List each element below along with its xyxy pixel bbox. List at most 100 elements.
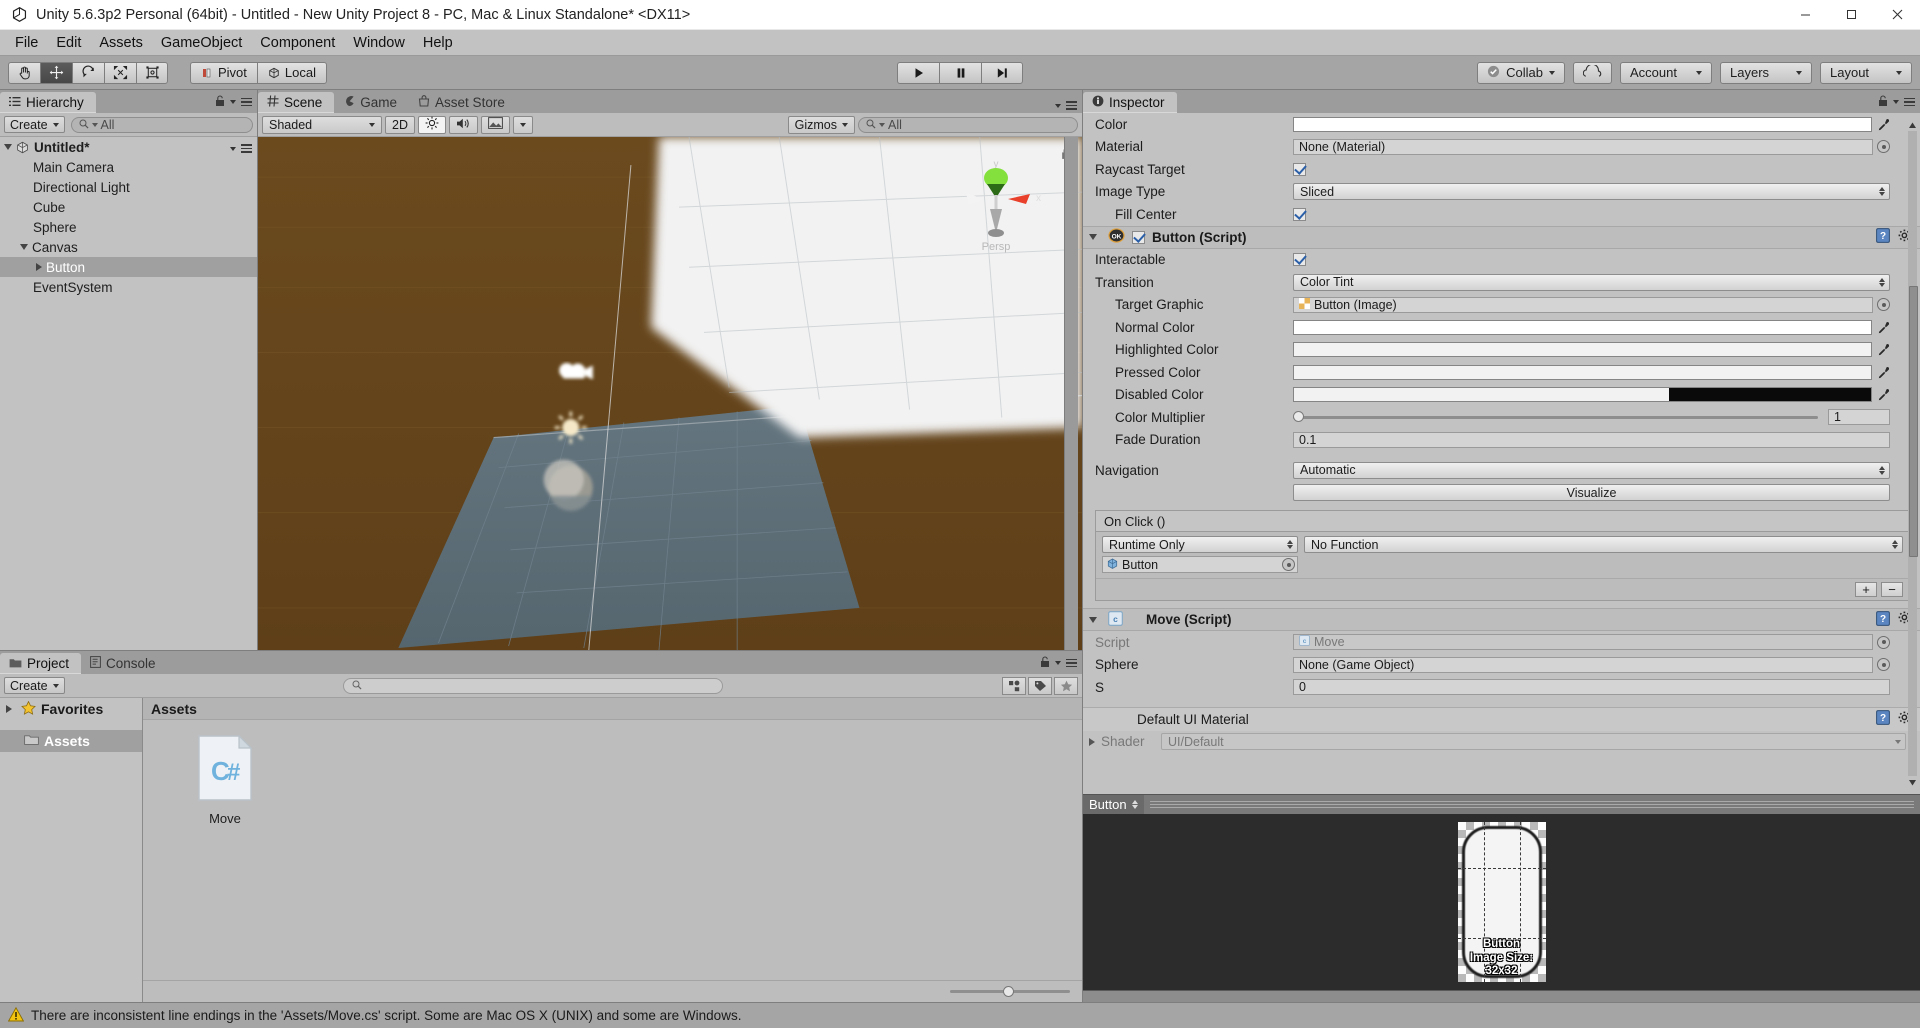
hierarchy-item-button[interactable]: Button bbox=[0, 257, 257, 277]
asset-zoom-slider[interactable] bbox=[950, 986, 1070, 997]
scene-axis-gizmo[interactable]: y x Persp bbox=[944, 151, 1048, 255]
play-button[interactable] bbox=[897, 61, 939, 84]
chevron-down-icon[interactable] bbox=[1055, 103, 1061, 108]
minimize-button[interactable] bbox=[1782, 0, 1828, 30]
project-tree-favorites[interactable]: Favorites bbox=[0, 698, 142, 720]
color-multiplier-value[interactable]: 1 bbox=[1828, 409, 1890, 426]
menu-window[interactable]: Window bbox=[344, 33, 414, 53]
audio-toggle-button[interactable] bbox=[448, 115, 478, 134]
material-component-header[interactable]: Default UI Material ? bbox=[1083, 706, 1920, 731]
shader-dropdown[interactable]: UI/Default bbox=[1161, 733, 1906, 751]
step-button[interactable] bbox=[981, 61, 1023, 84]
chevron-down-icon[interactable] bbox=[1089, 234, 1097, 240]
tab-hierarchy[interactable]: Hierarchy bbox=[0, 92, 96, 113]
material-object-field[interactable]: None (Material) bbox=[1293, 138, 1873, 155]
pause-button[interactable] bbox=[939, 61, 981, 84]
eyedropper-icon[interactable] bbox=[1876, 365, 1890, 380]
maximize-button[interactable] bbox=[1828, 0, 1874, 30]
inspector-scrollbar[interactable] bbox=[1907, 117, 1918, 790]
button-component-header[interactable]: OK Button (Script) ? bbox=[1083, 225, 1920, 249]
hierarchy-item-cube[interactable]: Cube bbox=[0, 197, 257, 217]
close-button[interactable] bbox=[1874, 0, 1920, 30]
layout-button[interactable]: Layout bbox=[1820, 61, 1912, 84]
chevron-down-icon[interactable] bbox=[230, 100, 236, 104]
chevron-right-icon[interactable] bbox=[1089, 737, 1095, 746]
project-search-input[interactable] bbox=[343, 677, 724, 694]
move-tool-button[interactable] bbox=[40, 61, 72, 84]
chevron-down-icon[interactable] bbox=[1089, 616, 1097, 623]
menu-file[interactable]: File bbox=[6, 33, 47, 53]
color-multiplier-slider[interactable] bbox=[1293, 411, 1818, 423]
hierarchy-item-directional-light[interactable]: Directional Light bbox=[0, 177, 257, 197]
chevron-down-icon[interactable] bbox=[20, 244, 28, 250]
hierarchy-scene-root[interactable]: Untitled* bbox=[0, 137, 257, 157]
hierarchy-item-main-camera[interactable]: Main Camera bbox=[0, 157, 257, 177]
account-button[interactable]: Account bbox=[1620, 61, 1712, 84]
project-create-button[interactable]: Create bbox=[4, 677, 65, 694]
onclick-add-button[interactable]: + bbox=[1855, 582, 1877, 597]
scene-panel-menu-icon[interactable] bbox=[1066, 101, 1077, 110]
chevron-down-icon[interactable] bbox=[4, 144, 12, 150]
pressed-color-swatch[interactable] bbox=[1293, 364, 1872, 380]
hierarchy-menu-icon[interactable] bbox=[241, 97, 252, 107]
chevron-down-icon[interactable] bbox=[1055, 661, 1061, 665]
chevron-down-icon[interactable] bbox=[230, 146, 236, 151]
tab-inspector[interactable]: Inspector bbox=[1083, 92, 1177, 113]
highlighted-color-swatch[interactable] bbox=[1293, 342, 1872, 358]
favorite-star-icon[interactable] bbox=[1054, 676, 1078, 695]
project-menu-icon[interactable] bbox=[1066, 658, 1077, 668]
layers-button[interactable]: Layers bbox=[1720, 61, 1812, 84]
scene-viewport[interactable]: y x Persp bbox=[258, 137, 1082, 650]
target-graphic-object-field[interactable]: Button (Image) bbox=[1293, 296, 1873, 313]
transition-dropdown[interactable]: Color Tint bbox=[1293, 273, 1890, 291]
filter-by-label-icon[interactable] bbox=[1028, 676, 1052, 695]
effects-toggle-button[interactable] bbox=[480, 115, 510, 134]
project-tree-assets[interactable]: Assets bbox=[0, 730, 142, 752]
preview-title-tab[interactable]: Button bbox=[1083, 794, 1144, 815]
toggle-2d-button[interactable]: 2D bbox=[385, 115, 415, 134]
cloud-button[interactable] bbox=[1573, 61, 1612, 84]
hierarchy-item-sphere[interactable]: Sphere bbox=[0, 217, 257, 237]
inspector-scroll-thumb[interactable] bbox=[1909, 285, 1918, 557]
filter-by-type-icon[interactable] bbox=[1002, 676, 1026, 695]
visualize-button[interactable]: Visualize bbox=[1293, 484, 1890, 502]
tab-console[interactable]: Console bbox=[81, 653, 168, 674]
menu-edit[interactable]: Edit bbox=[47, 33, 90, 53]
help-icon[interactable]: ? bbox=[1876, 710, 1890, 728]
inspector-scroll-track[interactable] bbox=[1908, 131, 1918, 776]
navigation-dropdown[interactable]: Automatic bbox=[1293, 461, 1890, 479]
normal-color-swatch[interactable] bbox=[1293, 319, 1872, 335]
eyedropper-icon[interactable] bbox=[1876, 117, 1890, 132]
hierarchy-create-button[interactable]: Create bbox=[4, 116, 65, 133]
color-multiplier-knob[interactable] bbox=[1293, 411, 1304, 423]
eyedropper-icon[interactable] bbox=[1876, 342, 1890, 357]
menu-help[interactable]: Help bbox=[414, 33, 462, 53]
color-swatch[interactable] bbox=[1293, 116, 1872, 132]
lock-icon[interactable] bbox=[1878, 94, 1888, 110]
scene-search-input[interactable]: All bbox=[858, 116, 1078, 133]
pivot-button[interactable]: Pivot bbox=[190, 61, 257, 84]
object-picker-icon[interactable] bbox=[1877, 298, 1890, 312]
hierarchy-item-eventsystem[interactable]: EventSystem bbox=[0, 277, 257, 297]
object-picker-icon[interactable] bbox=[1877, 140, 1890, 154]
eyedropper-icon[interactable] bbox=[1876, 387, 1890, 402]
tab-scene[interactable]: Scene bbox=[258, 92, 335, 113]
asset-item-move[interactable]: C # Move bbox=[181, 734, 269, 826]
chevron-right-icon[interactable] bbox=[36, 263, 42, 271]
menu-component[interactable]: Component bbox=[251, 33, 344, 53]
hand-tool-button[interactable] bbox=[8, 61, 40, 84]
scene-menu-icon[interactable] bbox=[241, 144, 252, 153]
gizmos-dropdown-button[interactable]: Gizmos bbox=[787, 115, 855, 134]
eyedropper-icon[interactable] bbox=[1876, 320, 1890, 335]
preview-body[interactable]: Button Image Size: 32x32 bbox=[1083, 814, 1920, 990]
fill-center-checkbox[interactable] bbox=[1293, 207, 1306, 221]
shading-mode-dropdown[interactable]: Shaded bbox=[262, 115, 382, 134]
tab-asset-store[interactable]: Asset Store bbox=[409, 92, 517, 113]
s-input[interactable]: 0 bbox=[1293, 679, 1890, 696]
image-type-dropdown[interactable]: Sliced bbox=[1293, 183, 1890, 201]
menu-gameobject[interactable]: GameObject bbox=[152, 33, 251, 53]
object-picker-icon[interactable] bbox=[1282, 558, 1295, 571]
lock-icon[interactable] bbox=[215, 94, 225, 110]
onclick-mode-dropdown[interactable]: Runtime Only bbox=[1102, 536, 1298, 553]
effects-dropdown-button[interactable] bbox=[512, 115, 533, 134]
